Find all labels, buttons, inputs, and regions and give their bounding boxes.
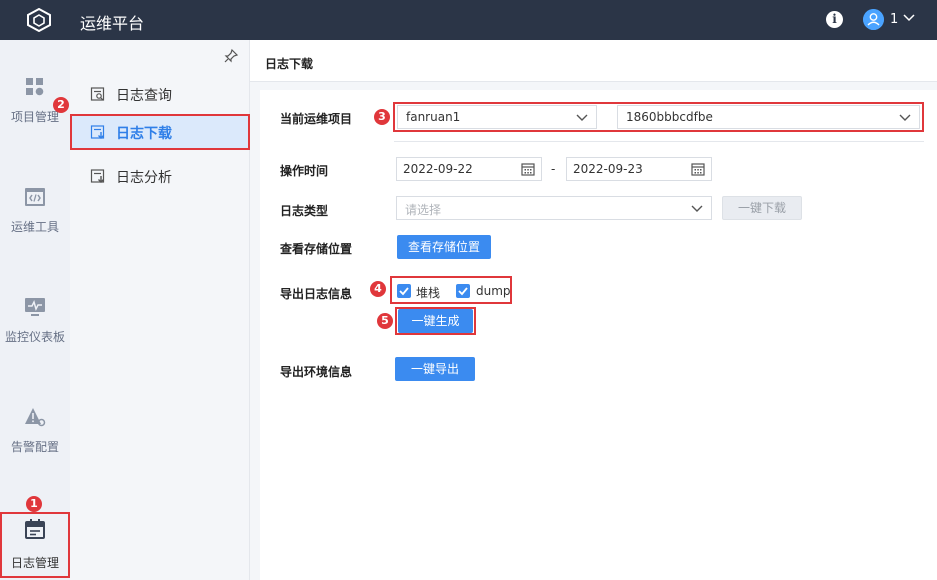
log-type-select[interactable]: 请选择 <box>396 196 712 220</box>
project-label: 当前运维项目 <box>280 112 353 126</box>
secondary-nav: 日志查询 日志下载 日志分析 2 <box>53 40 250 580</box>
export-log-label: 导出日志信息 <box>280 287 353 301</box>
step-badge-2: 2 <box>53 97 69 113</box>
step-badge-3: 3 <box>374 109 390 125</box>
subnav-item-label: 日志查询 <box>116 88 172 104</box>
chevron-down-icon <box>576 114 588 121</box>
step-badge-4: 4 <box>370 281 386 297</box>
rail-item-label: 运维工具 <box>10 220 59 234</box>
rail-item-tools[interactable]: 运维工具 <box>0 186 70 235</box>
rail-item-label: 日志管理 <box>10 556 59 570</box>
check-icon <box>458 287 468 296</box>
subnav-item-label: 日志下载 <box>116 126 172 142</box>
start-date-input[interactable]: 2022-09-22 <box>396 157 542 181</box>
rail-item-alerts[interactable]: 告警配置 <box>0 406 70 455</box>
rail-item-monitor[interactable]: 监控仪表板 <box>0 296 70 345</box>
log-download-panel: 当前运维项目 3 fanruan1 1860bbbcdfbe 操作时间 2022… <box>260 90 937 580</box>
node-select[interactable]: 1860bbbcdfbe <box>617 105 920 129</box>
subnav-item-log-download[interactable]: 日志下载 <box>70 114 250 150</box>
step-badge-5: 5 <box>377 313 393 329</box>
log-type-placeholder: 请选择 <box>405 203 442 217</box>
page-header: 日志下载 <box>250 40 937 82</box>
end-date-input[interactable]: 2022-09-23 <box>566 157 712 181</box>
calendar-icon <box>521 163 535 176</box>
grid-icon <box>26 78 44 96</box>
subnav-item-label: 日志分析 <box>116 170 172 186</box>
project-select[interactable]: fanruan1 <box>397 105 597 129</box>
date-separator: - <box>551 162 556 176</box>
project-select-value: fanruan1 <box>406 110 461 124</box>
rail-item-label: 监控仪表板 <box>4 330 65 344</box>
pin-icon[interactable] <box>223 48 239 64</box>
start-date-value: 2022-09-22 <box>403 162 473 176</box>
rail-item-logs[interactable]: 日志管理 <box>0 512 70 578</box>
export-env-button[interactable]: 一键导出 <box>395 357 475 381</box>
chevron-down-icon <box>691 205 703 212</box>
rail-item-label: 项目管理 <box>10 110 59 124</box>
log-search-icon <box>90 87 105 101</box>
log-analysis-icon <box>90 169 105 183</box>
one-click-download-button[interactable]: 一键下载 <box>722 196 802 220</box>
generate-button[interactable]: 一键生成 <box>398 309 473 333</box>
chevron-down-icon <box>899 114 911 121</box>
monitor-icon <box>25 298 45 316</box>
dump-checkbox[interactable] <box>456 284 470 298</box>
subnav-item-log-analysis[interactable]: 日志分析 <box>70 158 250 194</box>
check-icon <box>399 287 409 296</box>
alert-settings-icon <box>25 408 46 427</box>
step-badge-1: 1 <box>26 496 42 512</box>
stack-checkbox[interactable] <box>397 284 411 298</box>
chevron-down-icon[interactable] <box>902 13 916 23</box>
calendar-log-icon <box>25 519 45 539</box>
log-type-label: 日志类型 <box>280 204 329 218</box>
main-content: 日志下载 当前运维项目 3 fanruan1 1860bbbcdfbe 操作时间… <box>250 40 937 580</box>
dump-checkbox-label: dump <box>476 284 511 298</box>
time-label: 操作时间 <box>280 164 329 178</box>
app-logo-icon <box>27 8 51 32</box>
top-bar: 运维平台 i 1 <box>0 0 937 40</box>
info-icon[interactable]: i <box>826 11 843 28</box>
stack-checkbox-label: 堆栈 <box>416 286 441 300</box>
export-env-label: 导出环境信息 <box>280 365 353 379</box>
node-select-value: 1860bbbcdfbe <box>626 110 713 124</box>
code-window-icon <box>25 188 45 206</box>
end-date-value: 2022-09-23 <box>573 162 643 176</box>
app-title: 运维平台 <box>80 14 145 33</box>
storage-label: 查看存储位置 <box>280 242 353 256</box>
view-storage-button[interactable]: 查看存储位置 <box>397 235 491 259</box>
rail-item-label: 告警配置 <box>10 440 59 454</box>
page-title: 日志下载 <box>265 57 314 71</box>
user-count: 1 <box>890 12 899 27</box>
subnav-item-log-query[interactable]: 日志查询 <box>70 76 250 112</box>
divider <box>394 141 924 142</box>
primary-rail: 项目管理 运维工具 监控仪表板 告警配置 日志管理 1 <box>0 40 70 580</box>
log-download-icon <box>90 125 105 139</box>
calendar-icon <box>691 163 705 176</box>
user-avatar-icon[interactable] <box>863 9 884 30</box>
